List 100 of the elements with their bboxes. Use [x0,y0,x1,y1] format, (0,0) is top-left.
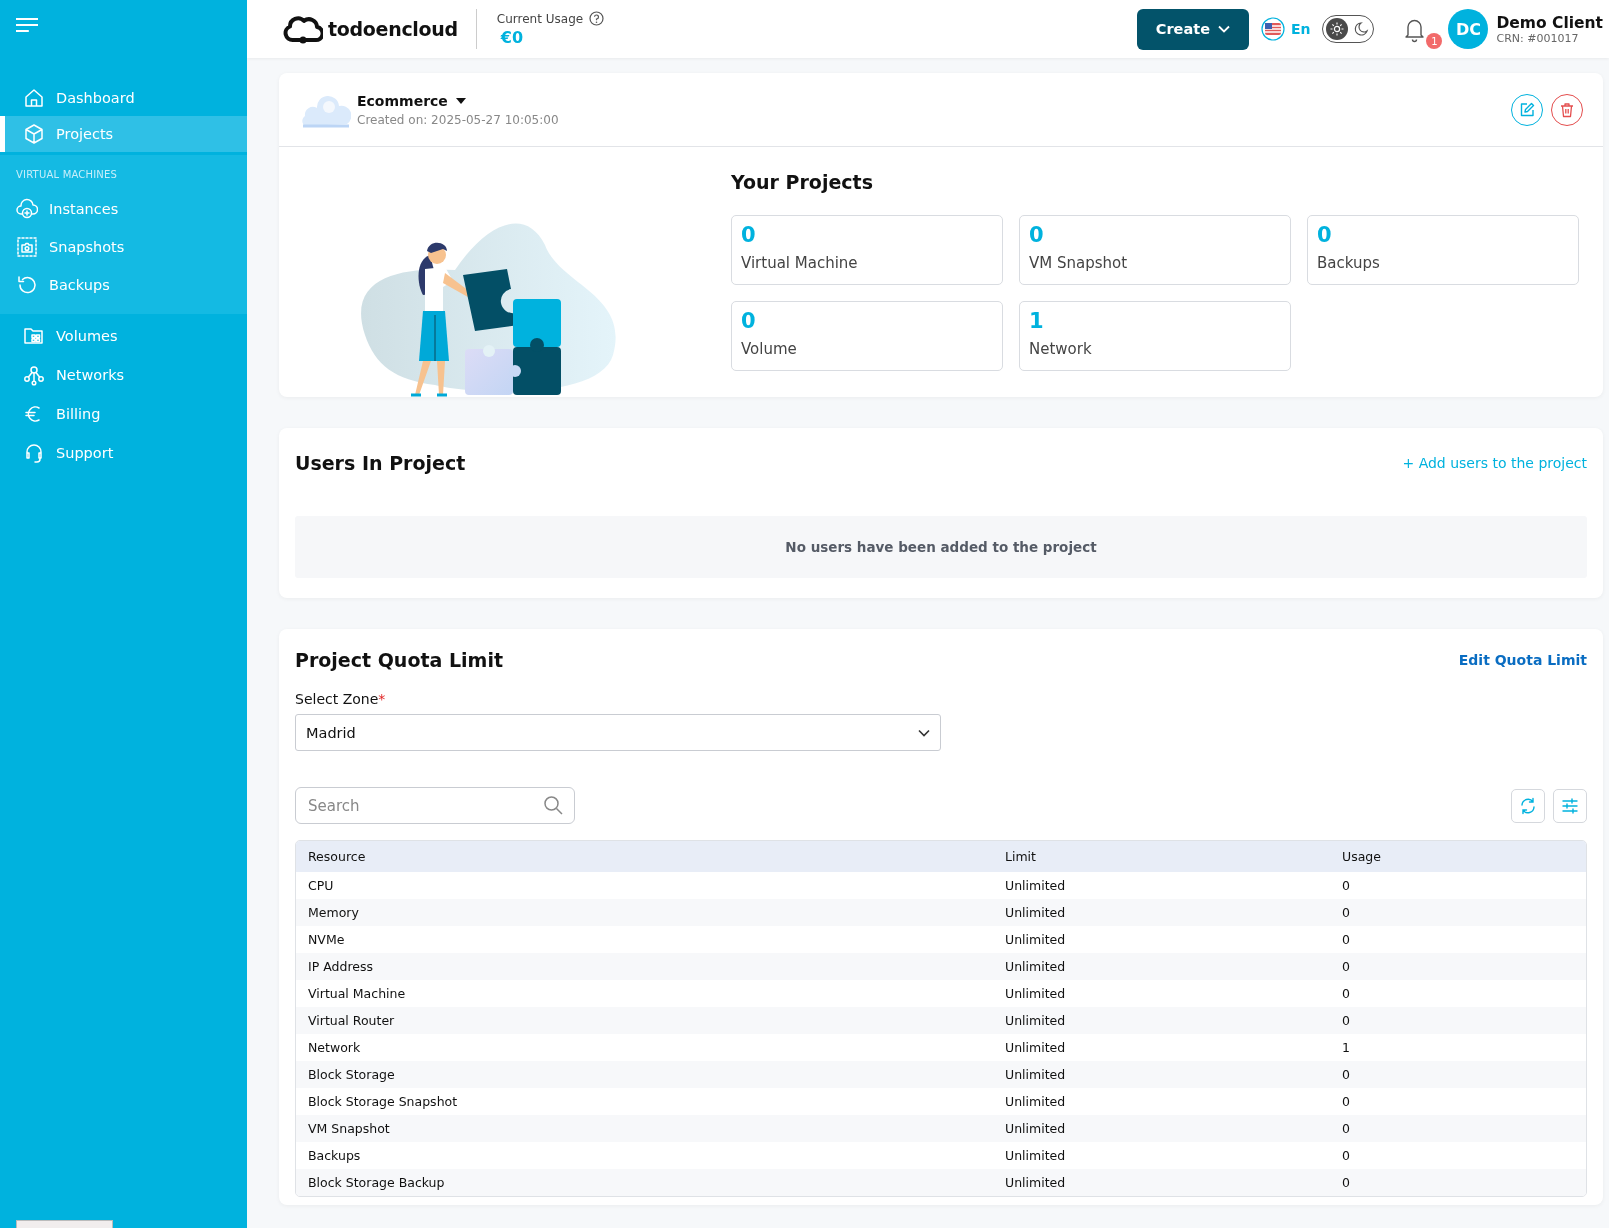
table-cell-text: IP Address [308,959,374,974]
sidebar-item[interactable]: Volumes [0,316,247,355]
home-icon [23,87,45,109]
table-cell-text: 0 [1342,959,1351,974]
delete-button[interactable] [1551,93,1583,126]
cloud-logo-icon [283,13,323,45]
headset-icon [23,441,45,464]
trash-icon [1559,101,1575,118]
table-cell-text: NVMe [308,932,346,947]
moon-icon [1354,21,1371,37]
filter-button[interactable] [1553,788,1587,823]
chevron-down-icon [1218,25,1230,33]
table-cell-text: Backups [308,1148,362,1163]
menu-icon[interactable] [16,17,38,33]
stat-label: Volume [741,340,798,358]
usage-value: €0 [499,28,525,47]
sidebar-item[interactable]: Dashboard [0,80,247,116]
table-cell-text: Unlimited [1005,1040,1067,1055]
sidebar-item[interactable]: Instances [0,190,247,228]
camera-icon [16,236,38,258]
stat-label: Virtual Machine [741,254,859,272]
table-cell-text: Block Storage Snapshot [308,1094,459,1109]
table-cell-text: CPU [308,878,335,893]
user-avatar[interactable]: DC [1448,9,1489,49]
stat-label: Network [1029,340,1093,358]
sidebar-item[interactable]: Billing [0,394,247,433]
sidebar-item[interactable]: Backups [0,266,247,304]
cube-icon [23,123,45,145]
cloud-plus-icon [16,198,38,220]
stat-value: 0 [741,222,757,248]
create-button[interactable]: Create [1136,8,1249,50]
stat-label: VM Snapshot [1029,254,1129,272]
section-heading: VIRTUAL MACHINES [15,169,119,182]
column-header: Resource [308,849,367,864]
table-cell-text: Unlimited [1005,878,1067,893]
sidebar-item[interactable]: Snapshots [0,228,247,266]
table-cell-text: Unlimited [1005,959,1067,974]
table-cell-text: Network [308,1040,362,1055]
sliders-icon [1561,796,1579,815]
chevron-down-icon [918,728,930,737]
undo-icon [16,274,38,296]
flag-icon[interactable] [1260,17,1285,41]
customer-number: CRN: #001017 [1496,31,1580,45]
table-cell-text: 0 [1342,1067,1351,1082]
table-cell-text: Unlimited [1005,1067,1067,1082]
table-cell-text: 0 [1342,878,1351,893]
table-cell-text: Unlimited [1005,1094,1067,1109]
table-cell-text: Unlimited [1005,905,1067,920]
refresh-icon [1519,796,1537,815]
table-cell-text: Block Storage Backup [308,1175,446,1190]
search-field[interactable]: Search [295,787,575,824]
column-header: Usage [1342,849,1382,864]
edit-icon [1519,101,1535,118]
search-icon [543,795,563,815]
table-cell-text: 0 [1342,1148,1351,1163]
table-cell-text: Virtual Router [308,1013,396,1028]
field-label: Select Zone* [295,691,387,707]
table-cell-text: Unlimited [1005,1148,1067,1163]
stat-label: Backups [1317,254,1381,272]
add-users-link[interactable]: + Add users to the project [1402,455,1587,471]
table-cell-text: 0 [1342,1094,1351,1109]
table-cell-text: 0 [1342,1175,1351,1190]
empty-state: No users have been added to the project [295,516,1587,578]
help-icon[interactable] [589,11,605,26]
table-cell-text: 0 [1342,1013,1351,1028]
usage-label: Current Usage [496,11,584,26]
sidebar-item[interactable]: Projects [0,116,247,152]
table-cell-text: 0 [1342,1121,1351,1136]
created-date: Created on: 2025-05-27 10:05:00 [357,112,559,127]
table-cell-text: 0 [1342,905,1351,920]
stat-value: 0 [741,308,757,334]
stat-value: 0 [1317,222,1333,248]
table-cell-text: Block Storage [308,1067,396,1082]
brand-name: todoencloud [328,18,458,40]
section-title: Your Projects [731,171,874,193]
column-header: Limit [1005,849,1037,864]
caret-icon [455,97,466,104]
table-cell-text: 1 [1342,1040,1351,1055]
language-selector[interactable]: En [1290,21,1311,37]
table-cell-text: Unlimited [1005,1121,1067,1136]
notification-badge: 1 [1426,33,1443,49]
table-cell-text: VM Snapshot [308,1121,391,1136]
section-title: Users In Project [295,452,466,474]
user-name: Demo Client [1496,13,1603,32]
table-cell-text: 0 [1342,986,1351,1001]
table-cell-text: 0 [1342,932,1351,947]
table-cell-text: Unlimited [1005,1013,1067,1028]
zone-select[interactable]: Madrid [295,714,941,751]
section-title: Project Quota Limit [295,649,503,671]
network-icon [23,363,45,386]
sidebar-item[interactable]: Support [0,433,247,472]
refresh-button[interactable] [1511,788,1545,823]
sidebar-item[interactable]: Networks [0,355,247,394]
table-cell-text: Virtual Machine [308,986,407,1001]
edit-button[interactable] [1511,93,1543,126]
stat-value: 0 [1029,222,1045,248]
table-cell-text: Unlimited [1005,1175,1067,1190]
project-selector[interactable]: Ecommerce [357,92,559,109]
stat-value: 1 [1029,308,1045,334]
edit-quota-link[interactable]: Edit Quota Limit [1458,652,1587,668]
